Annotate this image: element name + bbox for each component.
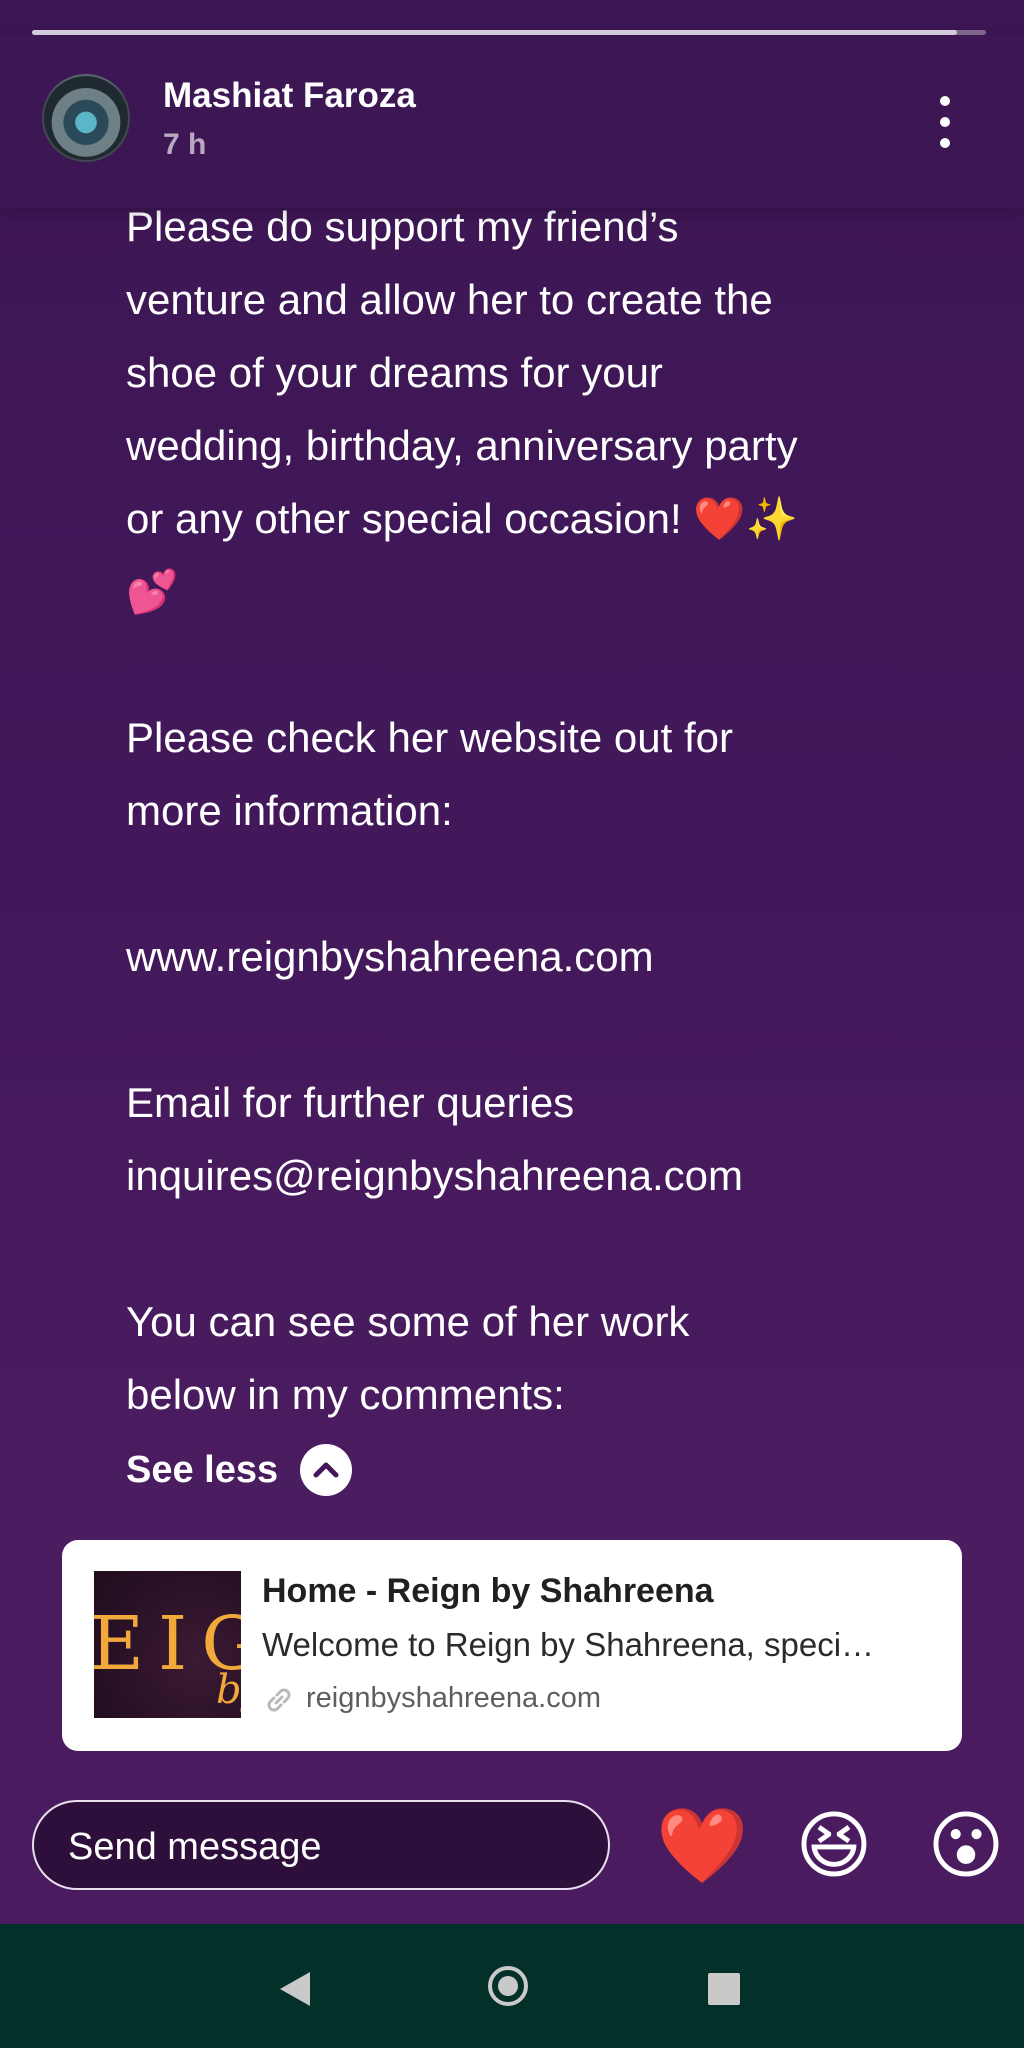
link-description: Welcome to Reign by Shahreena, speci… xyxy=(262,1626,875,1663)
post-text-line: www.reignbyshahreena.com xyxy=(126,933,654,980)
post-text-line: or any other special occasion! ❤️✨ xyxy=(126,495,798,542)
post-text-line: wedding, birthday, anniversary party xyxy=(126,422,798,469)
laugh-reaction-button[interactable]: 😆 xyxy=(788,1800,880,1892)
post-text-line: shoe of your dreams for your xyxy=(126,349,663,396)
link-icon xyxy=(262,1684,296,1714)
chevron-up-icon xyxy=(300,1444,353,1496)
post-time: 7 h xyxy=(163,128,207,161)
link-title: Home - Reign by Shahreena xyxy=(262,1572,714,1610)
post-text-line: below in my comments: xyxy=(126,1371,565,1418)
back-triangle-icon[interactable] xyxy=(280,1972,310,2006)
link-thumbnail: EIGN by xyxy=(94,1571,241,1718)
post-text-line: You can see some of her work xyxy=(126,1298,690,1345)
post-text-line: Please check her website out for xyxy=(126,714,733,761)
link-domain: reignbyshahreena.com xyxy=(262,1682,601,1715)
story-progress-bar xyxy=(32,30,986,35)
post-text-line xyxy=(126,1212,906,1285)
post-text-line: inquires@reignbyshahreena.com xyxy=(126,1152,743,1199)
post-text-line: more information: xyxy=(126,787,453,834)
wow-reaction-button[interactable]: 😮 xyxy=(920,1800,1012,1892)
link-preview-card[interactable]: EIGN by Home - Reign by Shahreena Welcom… xyxy=(62,1540,962,1751)
system-navigation-bar xyxy=(0,1924,1024,2048)
story-header: Mashiat Faroza 7 h xyxy=(0,36,1024,208)
send-message-input[interactable]: Send message xyxy=(32,1800,610,1890)
post-text-line: 💕 xyxy=(126,568,179,615)
send-message-placeholder: Send message xyxy=(68,1826,322,1868)
post-text-line xyxy=(126,993,906,1066)
post-text-line: venture and allow her to create the xyxy=(126,276,773,323)
more-options-icon[interactable] xyxy=(926,92,966,152)
home-circle-icon[interactable] xyxy=(488,1966,528,2006)
post-text-line: Email for further queries xyxy=(126,1079,575,1126)
recents-square-icon[interactable] xyxy=(708,1973,740,2005)
see-less-label: See less xyxy=(126,1448,279,1491)
avatar[interactable] xyxy=(42,74,130,162)
link-domain-text: reignbyshahreena.com xyxy=(306,1682,602,1714)
see-less-button[interactable]: See less xyxy=(126,1440,353,1500)
post-text-line xyxy=(126,628,906,701)
heart-reaction-button[interactable]: ❤️ xyxy=(656,1800,748,1892)
post-text: Please do support my friend’s venture and… xyxy=(126,190,906,1431)
story-progress-fill xyxy=(32,30,958,35)
poster-name[interactable]: Mashiat Faroza xyxy=(163,76,416,116)
post-text-line xyxy=(126,847,906,920)
thumbnail-logo-script: by xyxy=(216,1667,241,1713)
